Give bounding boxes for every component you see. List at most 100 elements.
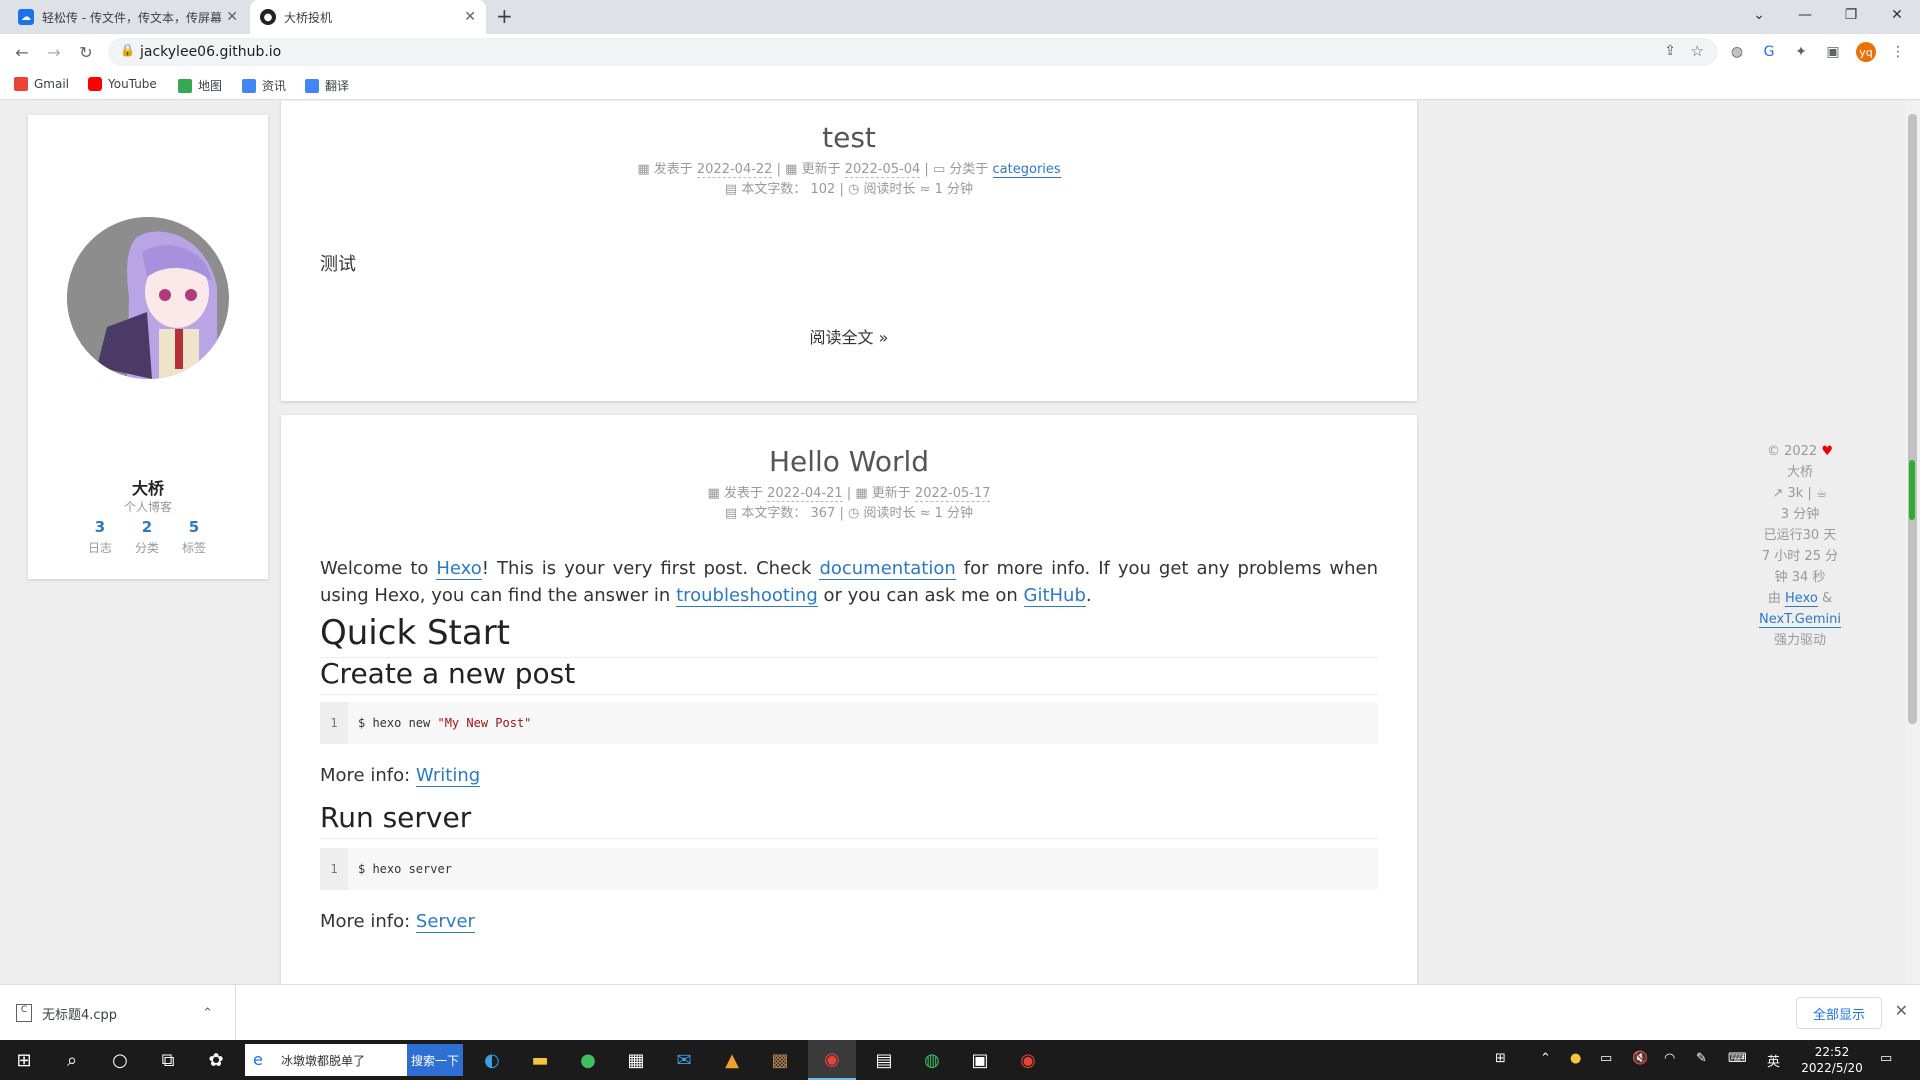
taskbar-search-icon[interactable]: ⌕ xyxy=(48,1040,96,1080)
news-icon xyxy=(242,78,256,93)
footer-hexo-link[interactable]: Hexo xyxy=(1785,591,1818,607)
green-app-icon[interactable]: ● xyxy=(564,1040,612,1080)
taskbar-search-button[interactable]: 搜索一下 xyxy=(407,1044,463,1076)
tab-daqiao[interactable]: ● 大桥投机 ✕ xyxy=(250,0,486,34)
post-meta: ▦ 发表于 2022-04-21 | ▦ 更新于 2022-05-17 xyxy=(707,486,991,502)
read-more-link[interactable]: 阅读全文 » xyxy=(281,324,1417,348)
post-title[interactable]: Hello World xyxy=(281,445,1417,478)
qq-icon[interactable]: ▲ xyxy=(708,1040,756,1080)
tab-qingsongchuan[interactable]: ☁ 轻松传 - 传文件，传文本，传屏幕 ✕ xyxy=(8,0,248,34)
chrome-taskbar-icon[interactable]: ◉ xyxy=(808,1040,856,1080)
post-excerpt: 测试 xyxy=(320,254,356,275)
site-footer: © 2022 ♥ 大桥 ↗ 3k | ☕ 3 分钟 已运行30 天 7 小时 2… xyxy=(1740,441,1860,651)
close-download-bar-icon[interactable]: ✕ xyxy=(1895,1001,1908,1020)
github-link[interactable]: GitHub xyxy=(1023,585,1086,607)
close-window-button[interactable]: ✕ xyxy=(1874,0,1920,30)
tab-search-icon[interactable]: ⌄ xyxy=(1736,0,1782,30)
uptime-line-3: 钟 34 秒 xyxy=(1774,570,1826,585)
chevron-up-icon[interactable]: ⌃ xyxy=(202,1006,213,1021)
troubleshooting-link[interactable]: troubleshooting xyxy=(676,585,818,607)
translate-extension-icon[interactable]: G xyxy=(1759,42,1779,62)
share-icon[interactable]: ⇪ xyxy=(1664,43,1676,59)
category-link[interactable]: categories xyxy=(992,162,1061,178)
scrollbar-thumb[interactable] xyxy=(1908,114,1917,724)
restore-button[interactable]: ❐ xyxy=(1828,0,1874,30)
browser-toolbar: ← → ↻ 🔒 jackylee06.github.io ⇪ ☆ ◍ G ✦ ▣… xyxy=(0,34,1920,70)
edge-icon[interactable]: ◐ xyxy=(468,1040,516,1080)
chrome-taskbar-icon-2[interactable]: ◉ xyxy=(1004,1040,1052,1080)
folder-icon: ▭ xyxy=(932,162,946,177)
lock-icon: 🔒 xyxy=(120,43,135,57)
windows-start-icon[interactable]: ⊞ xyxy=(0,1040,48,1080)
wifi-icon[interactable]: ◠ xyxy=(1664,1051,1675,1066)
store-icon[interactable]: ▦ xyxy=(612,1040,660,1080)
tab-title: 轻松传 - 传文件，传文本，传屏幕 xyxy=(42,10,222,25)
avatar xyxy=(67,217,229,379)
bookmark-maps[interactable]: 地图 xyxy=(178,77,222,94)
close-tab-icon[interactable]: ✕ xyxy=(226,9,238,25)
ie-icon: e xyxy=(253,1050,263,1069)
tray-app-icon[interactable]: ● xyxy=(1570,1051,1581,1066)
taskbar-search-box[interactable]: e 冰墩墩都脱单了 xyxy=(245,1044,407,1076)
server-link[interactable]: Server xyxy=(415,911,475,933)
menu-icon[interactable]: ⋮ xyxy=(1888,42,1908,62)
address-bar[interactable]: 🔒 jackylee06.github.io ⇪ ☆ xyxy=(108,38,1718,66)
file-explorer-icon[interactable]: ▬ xyxy=(516,1040,564,1080)
globe-icon[interactable]: ◍ xyxy=(1727,42,1747,62)
pen-icon[interactable]: ✎ xyxy=(1696,1051,1707,1066)
minimize-button[interactable]: — xyxy=(1782,0,1828,30)
mail-icon[interactable]: ✉ xyxy=(660,1040,708,1080)
tray-expand-icon[interactable]: ⌃ xyxy=(1540,1051,1551,1066)
writing-link[interactable]: Writing xyxy=(415,765,481,787)
side-panel-icon[interactable]: ▣ xyxy=(1823,42,1843,62)
back-icon[interactable]: ← xyxy=(10,40,34,64)
volume-muted-icon[interactable]: 🔇 xyxy=(1632,1051,1648,1066)
site-description: 个人博客 xyxy=(123,500,172,514)
keyboard-icon[interactable]: ⌨ xyxy=(1728,1051,1747,1066)
heading-create-post: Create a new post xyxy=(320,657,1378,695)
download-filename: 无标题4.cpp xyxy=(42,1007,118,1023)
stat-tags[interactable]: 5 标签 xyxy=(164,518,224,556)
bookmark-youtube[interactable]: YouTube xyxy=(88,77,157,91)
footer-site-time: 3 分钟 xyxy=(1780,507,1820,522)
cortana-icon[interactable]: ○ xyxy=(96,1040,144,1080)
calendar-check-icon: ▦ xyxy=(855,486,868,501)
post-meta-words: ▤ 本文字数： 102 | ◷ 阅读时长 ≈ 1 分钟 xyxy=(724,182,974,197)
reload-icon[interactable]: ↻ xyxy=(74,40,98,64)
clock-icon: ◷ xyxy=(848,182,860,197)
notification-icon[interactable]: ▭ xyxy=(1880,1051,1892,1066)
taskbar-clock[interactable]: 22:52 2022/5/20 xyxy=(1797,1044,1867,1076)
bookmarks-bar: Gmail YouTube 地图 资讯 翻译 xyxy=(0,70,1920,100)
footer-theme-link[interactable]: NexT.Gemini xyxy=(1759,612,1841,628)
terminal-icon[interactable]: ▣ xyxy=(956,1040,1004,1080)
author-name: 大桥 xyxy=(131,479,164,498)
keyboard-grid-icon[interactable]: ⊞ xyxy=(1495,1051,1506,1066)
ime-indicator[interactable]: 英 xyxy=(1767,1051,1780,1070)
bookmark-gmail[interactable]: Gmail xyxy=(14,77,69,91)
footer-author: 大桥 xyxy=(1786,465,1813,480)
youtube-icon xyxy=(88,77,102,91)
bookmark-star-icon[interactable]: ☆ xyxy=(1691,42,1704,60)
line-number: 1 xyxy=(320,702,348,744)
bookmark-translate[interactable]: 翻译 xyxy=(305,77,349,94)
post-title[interactable]: test xyxy=(281,121,1417,154)
devcpp-icon[interactable]: ▤ xyxy=(860,1040,908,1080)
post-meta: ▦ 发表于 2022-04-22 | ▦ 更新于 2022-05-04 | ▭ … xyxy=(637,162,1061,178)
show-all-button[interactable]: 全部显示 xyxy=(1795,997,1882,1029)
bookmark-news[interactable]: 资讯 xyxy=(242,77,286,94)
forward-icon[interactable]: → xyxy=(42,40,66,64)
post-card: Hello World ▦ 发表于 2022-04-21 | ▦ 更新于 202… xyxy=(281,415,1417,984)
chart-line-icon: ↗ xyxy=(1772,486,1784,501)
close-tab-icon[interactable]: ✕ xyxy=(464,9,476,25)
wechat-icon[interactable]: ◍ xyxy=(908,1040,956,1080)
download-item[interactable]: C 无标题4.cpp ⌃ xyxy=(16,985,236,1041)
extensions-icon[interactable]: ✦ xyxy=(1791,42,1811,62)
profile-avatar[interactable]: yq xyxy=(1856,42,1876,62)
documentation-link[interactable]: documentation xyxy=(819,558,956,580)
minecraft-icon[interactable]: ▩ xyxy=(756,1040,804,1080)
pinwheel-app-icon[interactable]: ✿ xyxy=(192,1040,240,1080)
hexo-link[interactable]: Hexo xyxy=(436,558,482,580)
task-view-icon[interactable]: ⧉ xyxy=(144,1040,192,1080)
battery-icon[interactable]: ▭ xyxy=(1600,1051,1612,1066)
new-tab-button[interactable]: + xyxy=(496,4,513,28)
